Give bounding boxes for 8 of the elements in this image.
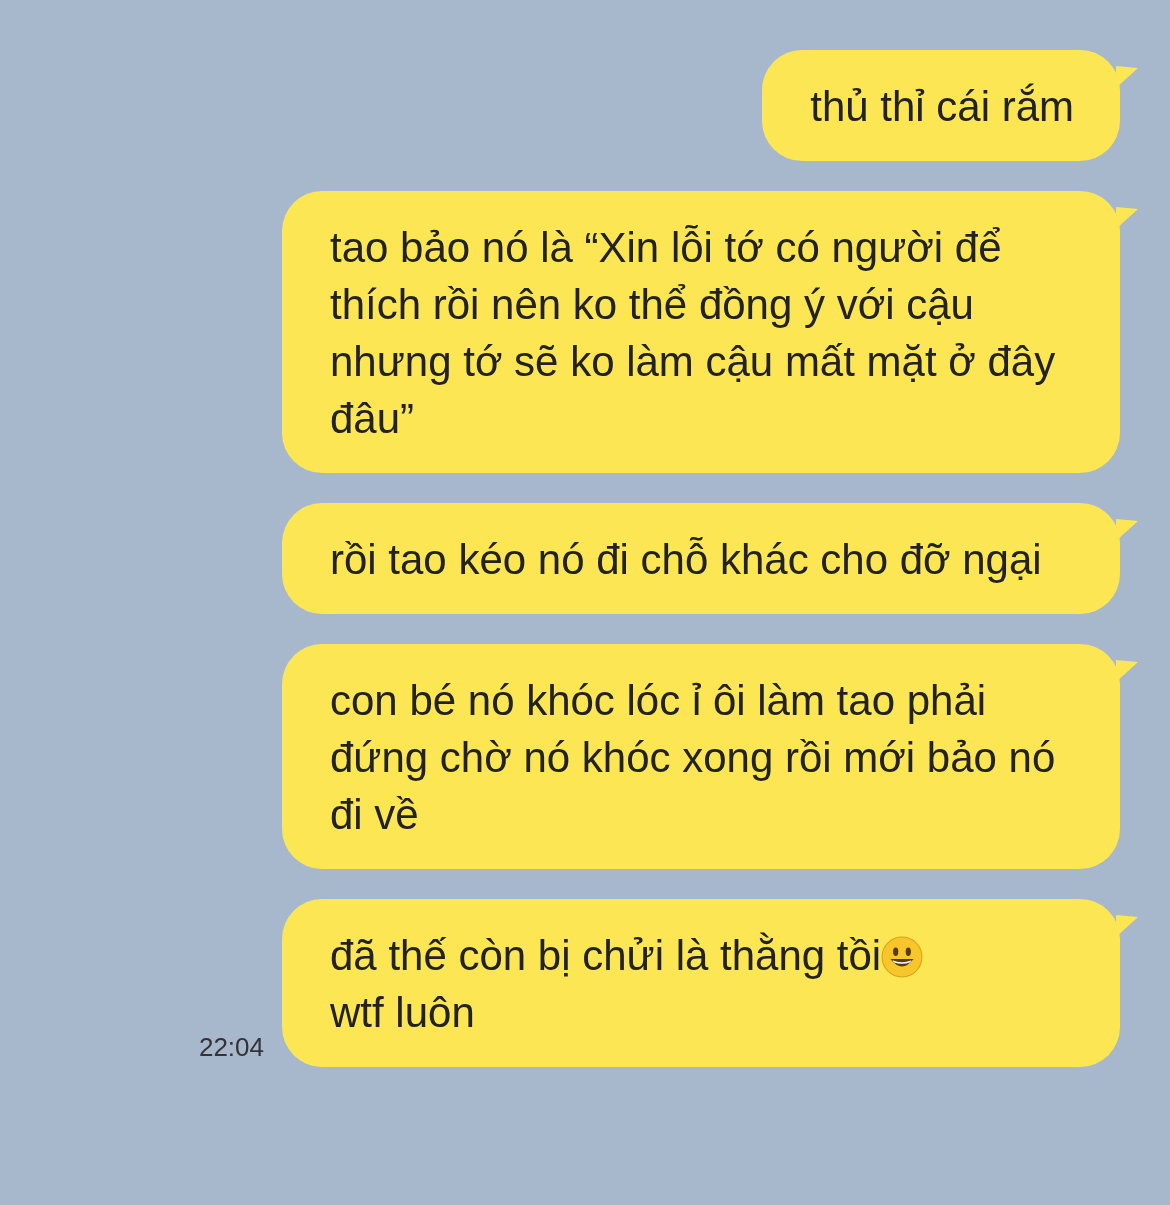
- message-text: đã thế còn bị chửi là thằng tồi: [330, 932, 882, 979]
- smiley-icon: [881, 936, 924, 978]
- message-text: rồi tao kéo nó đi chỗ khác cho đỡ ngại: [330, 536, 1042, 583]
- message-text: wtf luôn: [330, 988, 476, 1038]
- message-time: 22:04: [198, 1032, 264, 1063]
- message-text: tao bảo nó là “Xin lỗi tớ có người để thích rồi nên ko thể đồng ý với cậu nhưng tớ sẽ ko làm cậu mất mặt ở đây đâu”: [330, 224, 1056, 442]
- message-text: con bé nó khóc lóc ỉ ôi làm tao phải đứng chờ nó khóc xong rồi mới bảo nó đi về: [330, 677, 1056, 838]
- message-text: thủ thỉ cái rắm: [810, 83, 1074, 130]
